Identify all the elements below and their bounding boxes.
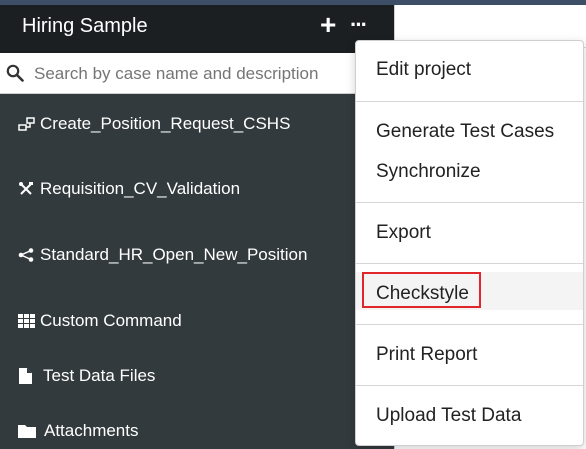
plus-icon[interactable]: + — [320, 11, 336, 39]
sidebar-item-create-position-request[interactable]: Create_Position_Request_CSHS — [18, 114, 290, 134]
menu-separator — [356, 385, 583, 386]
menu-item-print-report[interactable]: Print Report — [376, 344, 477, 366]
ellipsis-icon[interactable]: ··· — [350, 14, 368, 36]
flow-icon — [18, 117, 40, 131]
menu-item-generate-test-cases[interactable]: Generate Test Cases — [376, 121, 554, 143]
menu-separator — [356, 101, 583, 102]
project-title: Hiring Sample — [22, 15, 148, 37]
project-header: Hiring Sample + ··· — [0, 5, 394, 53]
sidebar-item-label: Attachments — [44, 421, 139, 440]
sidebar-item-label: Test Data Files — [43, 366, 156, 385]
project-context-menu: Edit project Generate Test Cases Synchro… — [355, 40, 584, 446]
menu-separator — [356, 202, 583, 203]
menu-item-synchronize[interactable]: Synchronize — [376, 161, 481, 183]
tools-icon — [18, 181, 40, 197]
sidebar-item-custom-command[interactable]: Custom Command — [18, 311, 182, 331]
sidebar-item-label: Requisition_CV_Validation — [40, 179, 241, 198]
search-icon — [6, 64, 24, 82]
sidebar-item-test-data-files[interactable]: Test Data Files — [18, 366, 155, 386]
sidebar-item-label: Custom Command — [40, 311, 182, 330]
menu-item-export[interactable]: Export — [376, 222, 431, 244]
menu-separator — [356, 324, 583, 325]
sidebar: Create_Position_Request_CSHS Requisition… — [0, 94, 394, 449]
sidebar-item-label: Create_Position_Request_CSHS — [40, 114, 291, 133]
sidebar-item-standard-hr-open-new-position[interactable]: Standard_HR_Open_New_Position — [18, 245, 307, 265]
menu-item-edit-project[interactable]: Edit project — [376, 59, 471, 81]
grid-icon — [18, 314, 40, 328]
sidebar-item-attachments[interactable]: Attachments — [18, 421, 139, 441]
folder-icon — [18, 424, 44, 438]
search-bar — [0, 53, 394, 94]
search-input[interactable] — [32, 61, 386, 87]
file-icon — [18, 367, 43, 385]
sidebar-item-requisition-cv-validation[interactable]: Requisition_CV_Validation — [18, 179, 240, 199]
menu-item-upload-test-data[interactable]: Upload Test Data — [376, 405, 521, 427]
share-nodes-icon — [18, 248, 40, 262]
menu-separator — [356, 263, 583, 264]
menu-item-checkstyle[interactable]: Checkstyle — [376, 283, 469, 305]
sidebar-item-label: Standard_HR_Open_New_Position — [40, 245, 308, 264]
